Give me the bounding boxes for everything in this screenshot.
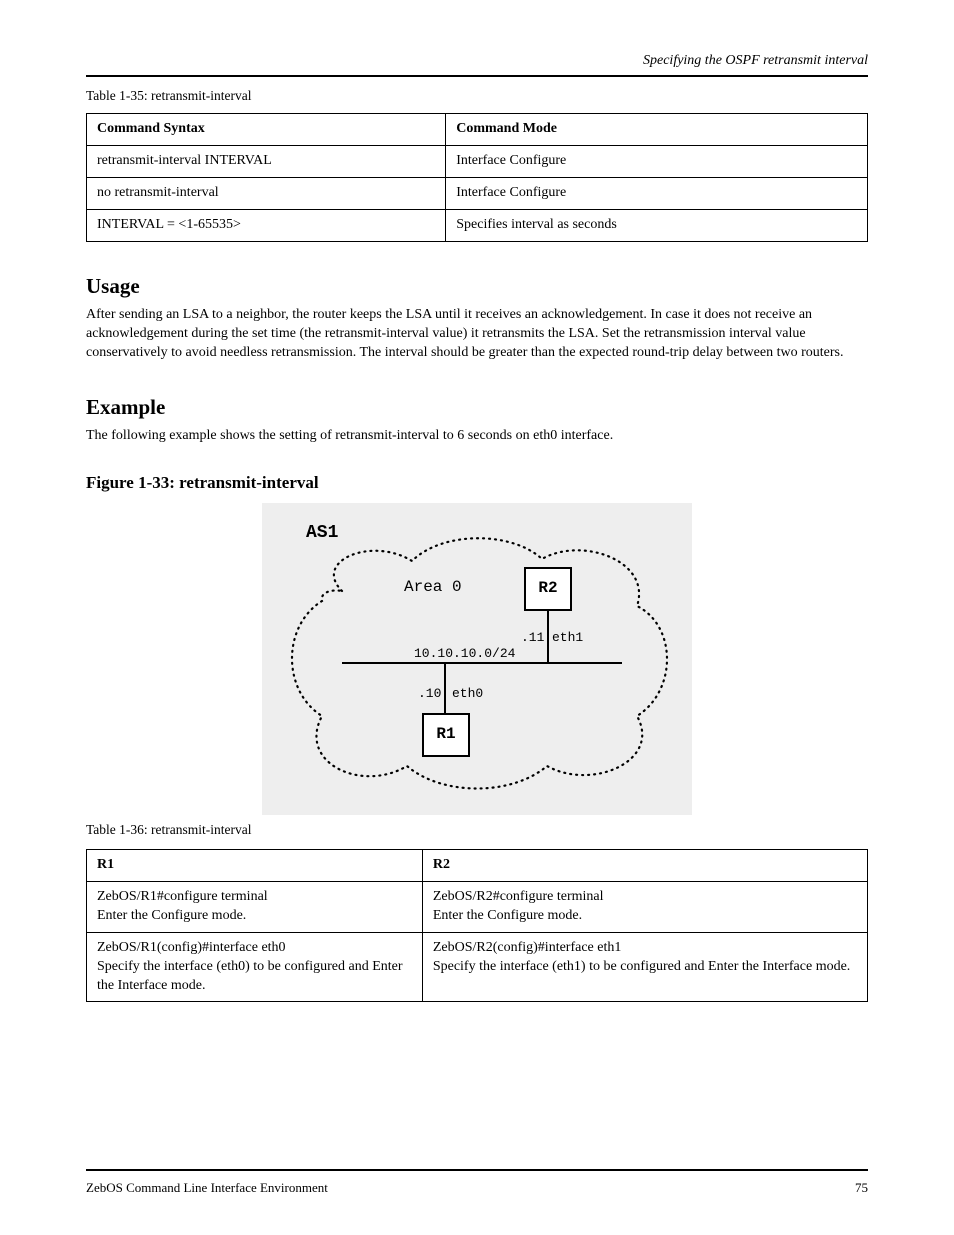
usage-text: After sending an LSA to a neighbor, the … [86, 306, 868, 363]
footer-left: ZebOS Command Line Interface Environment [86, 1179, 328, 1197]
table2-h2: R2 [422, 850, 867, 882]
cell-line: ZebOS/R2#configure terminal [433, 889, 604, 904]
figure-canvas: AS1 Area 0 R2 R1 [262, 503, 692, 815]
usage-heading: Usage [86, 272, 868, 300]
table1-h1: Command Syntax [87, 114, 446, 146]
page-footer: ZebOS Command Line Interface Environment… [86, 1161, 868, 1197]
r2-eth: eth1 [552, 629, 583, 647]
table1-r1c1: retransmit-interval INTERVAL [87, 146, 446, 178]
table1-caption: Table 1-35: retransmit-interval [86, 87, 868, 105]
subnet-label: 10.10.10.0/24 [414, 645, 515, 663]
table2-r1c2: ZebOS/R2#configure terminal Enter the Co… [422, 881, 867, 932]
table2-r1c1: ZebOS/R1#configure terminal Enter the Co… [87, 881, 423, 932]
cell-line: ZebOS/R1#configure terminal [97, 889, 268, 904]
example-heading: Example [86, 393, 868, 421]
table1-r1c2: Interface Configure [446, 146, 868, 178]
cell-line: Enter the Configure mode. [97, 908, 246, 923]
page-header-right: Specifying the OSPF retransmit interval [86, 52, 868, 71]
table-row: ZebOS/R1#configure terminal Enter the Co… [87, 881, 868, 932]
example-text: The following example shows the setting … [86, 427, 868, 446]
figure-heading: Figure 1-33: retransmit-interval [86, 472, 868, 495]
table1-r2c1: no retransmit-interval [87, 177, 446, 209]
cell-line: Enter the Configure mode. [433, 908, 582, 923]
r1-ip: .10 [418, 685, 441, 703]
header-rule [86, 75, 868, 77]
cell-line: ZebOS/R1(config)#interface eth0 [97, 940, 286, 955]
table-row: retransmit-interval INTERVAL Interface C… [87, 146, 868, 178]
table2-caption: Table 1-36: retransmit-interval [86, 821, 868, 839]
table-1-36: R1 R2 ZebOS/R1#configure terminal Enter … [86, 849, 868, 1002]
table2-r2c2: ZebOS/R2(config)#interface eth1 Specify … [422, 932, 867, 1002]
footer-right: 75 [855, 1179, 868, 1197]
r2-ip: .11 [521, 629, 544, 647]
cell-line: Specify the interface (eth0) to be confi… [97, 959, 403, 993]
table2-r2c1: ZebOS/R1(config)#interface eth0 Specify … [87, 932, 423, 1002]
table-row: no retransmit-interval Interface Configu… [87, 177, 868, 209]
footer-rule [86, 1169, 868, 1171]
table2-h1: R1 [87, 850, 423, 882]
table1-r3c1: INTERVAL = <1-65535> [87, 209, 446, 241]
r1-eth: eth0 [452, 685, 483, 703]
cell-line: ZebOS/R2(config)#interface eth1 [433, 940, 622, 955]
cell-line: Specify the interface (eth1) to be confi… [433, 959, 850, 974]
table-row: ZebOS/R1(config)#interface eth0 Specify … [87, 932, 868, 1002]
figure-1-33: AS1 Area 0 R2 R1 [86, 503, 868, 815]
table1-h2: Command Mode [446, 114, 868, 146]
table1-r3c2: Specifies interval as seconds [446, 209, 868, 241]
table-row: INTERVAL = <1-65535> Specifies interval … [87, 209, 868, 241]
table1-r2c2: Interface Configure [446, 177, 868, 209]
table-1-35: Command Syntax Command Mode retransmit-i… [86, 113, 868, 242]
